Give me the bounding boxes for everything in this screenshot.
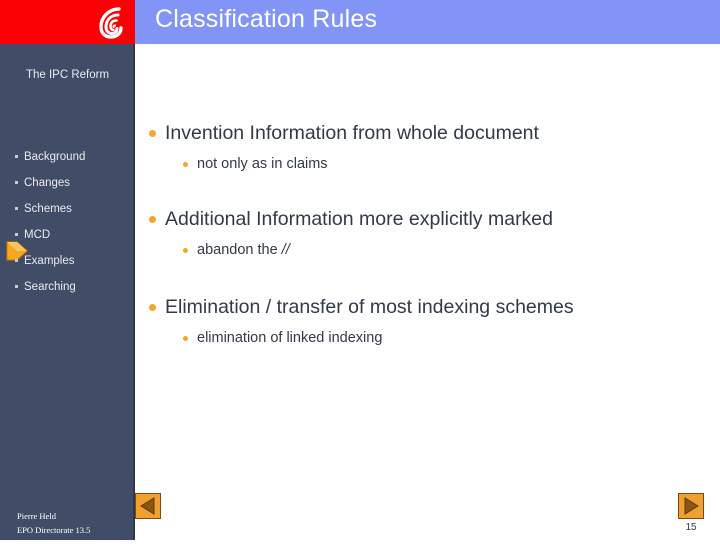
credit-line-author: Pierre Held xyxy=(17,511,56,521)
bullet-level1: Elimination / transfer of most indexing … xyxy=(137,294,720,320)
square-bullet-icon xyxy=(15,285,18,288)
bullet-dot-icon xyxy=(149,304,156,311)
triangle-right-icon xyxy=(679,497,703,515)
header-title-block: Classification Rules xyxy=(135,0,720,44)
previous-slide-button[interactable] xyxy=(135,493,161,519)
sidebar-item-label: Changes xyxy=(24,177,71,189)
page-number: 15 xyxy=(685,522,697,533)
bullet-level2-emphasis: // xyxy=(281,242,290,258)
sidebar-heading: The IPC Reform xyxy=(25,69,110,81)
sidebar-item-mcd[interactable]: MCD xyxy=(0,222,135,248)
bullet-level1-text: Invention Information from whole documen… xyxy=(165,122,539,144)
sidebar-item-searching[interactable]: Searching xyxy=(0,274,135,300)
square-bullet-icon xyxy=(15,181,18,184)
bullet-level2: elimination of linked indexing xyxy=(137,328,720,348)
slide-header: Classification Rules xyxy=(0,0,720,44)
credit-line-directorate: EPO Directorate 13.5 xyxy=(17,524,91,535)
sidebar-item-label: Searching xyxy=(24,281,76,293)
sidebar-item-examples[interactable]: Examples xyxy=(0,248,135,274)
sidebar-nav: Background Changes Schemes MCD Examples … xyxy=(0,144,135,300)
sidebar: The IPC Reform Background Changes Scheme… xyxy=(0,44,135,548)
square-bullet-icon xyxy=(15,207,18,210)
sidebar-item-label: Examples xyxy=(24,255,75,267)
bullet-level1: Additional Information more explicitly m… xyxy=(137,206,720,232)
author-credit: Pierre Held EPO Directorate 13.5 Classif… xyxy=(17,510,90,551)
square-bullet-icon xyxy=(15,259,18,262)
header-logo-block xyxy=(0,0,135,44)
credit-line-department: Classification xyxy=(17,538,64,548)
bullet-level2-text: not only as in claims xyxy=(197,156,328,172)
next-slide-button[interactable] xyxy=(678,493,704,519)
sidebar-item-label: MCD xyxy=(24,229,51,241)
bullet-dot-icon xyxy=(183,248,188,253)
bullet-level1-text: Additional Information more explicitly m… xyxy=(165,208,554,230)
sidebar-item-schemes[interactable]: Schemes xyxy=(0,196,135,222)
bullet-level2-text: elimination of linked indexing xyxy=(197,330,383,346)
sidebar-item-changes[interactable]: Changes xyxy=(0,170,135,196)
sidebar-item-label: Background xyxy=(24,151,86,163)
square-bullet-icon xyxy=(15,155,18,158)
bullet-dot-icon xyxy=(183,336,188,341)
sidebar-item-background[interactable]: Background xyxy=(0,144,135,170)
bullet-group: Elimination / transfer of most indexing … xyxy=(137,294,720,348)
page-title: Classification Rules xyxy=(155,5,378,33)
bullet-level2: abandon the // xyxy=(137,240,720,260)
bullet-group: Invention Information from whole documen… xyxy=(137,120,720,174)
bullet-level2-text: abandon the xyxy=(197,242,282,258)
bullet-level1: Invention Information from whole documen… xyxy=(137,120,720,146)
slide-content: Invention Information from whole documen… xyxy=(137,44,720,540)
square-bullet-icon xyxy=(15,233,18,236)
bullet-level1-text: Elimination / transfer of most indexing … xyxy=(165,296,574,318)
epo-spiral-logo-icon xyxy=(93,3,131,41)
bullet-dot-icon xyxy=(183,162,188,167)
triangle-left-icon xyxy=(136,497,160,515)
bullet-dot-icon xyxy=(149,130,156,137)
bullet-level2: not only as in claims xyxy=(137,154,720,174)
bullet-dot-icon xyxy=(149,216,156,223)
sidebar-item-label: Schemes xyxy=(24,203,72,215)
bullet-group: Additional Information more explicitly m… xyxy=(137,206,720,260)
